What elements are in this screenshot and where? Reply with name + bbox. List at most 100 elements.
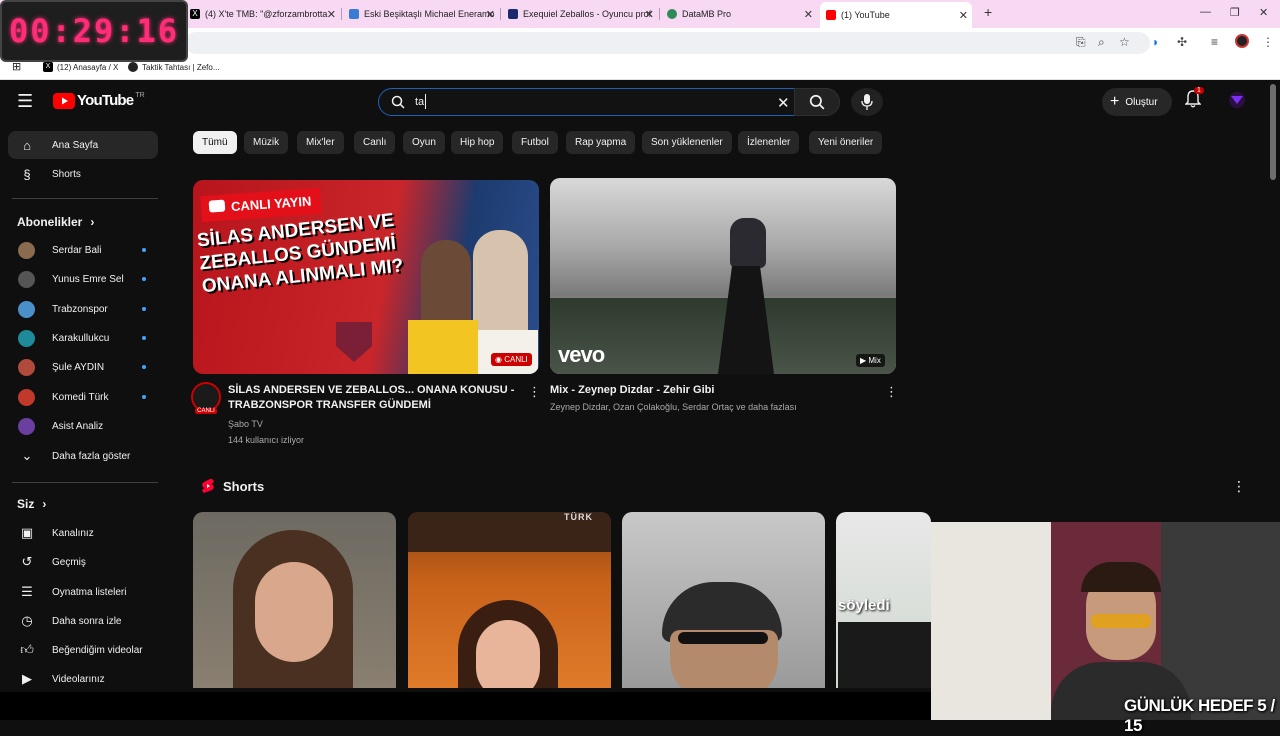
menu-icon[interactable]: ⋮ — [1262, 35, 1274, 49]
sidebar-item-label: Trabzonspor — [52, 303, 108, 315]
close-icon[interactable]: ✕ — [486, 8, 495, 21]
sidebar-item-home[interactable]: ⌂ Ana Sayfa — [8, 131, 158, 159]
chip[interactable]: Oyun — [403, 131, 445, 154]
chip[interactable]: İzlenenler — [738, 131, 800, 154]
browser-tab-active[interactable]: (1) YouTube ✕ — [820, 2, 972, 28]
sidebar-subscription[interactable]: Serdar Bali — [8, 236, 158, 264]
window-close-icon[interactable]: ✕ — [1259, 6, 1268, 19]
history-icon: ↺ — [21, 554, 33, 569]
browser-tab[interactable]: DataMB Pro ✕ — [667, 4, 817, 24]
sidebar-subscription[interactable]: Yunus Emre Sel — [8, 265, 158, 293]
more-actions-icon[interactable]: ⋮ — [885, 384, 898, 400]
extension-icon[interactable]: ◗ — [1152, 35, 1159, 49]
video-thumbnail[interactable]: CANLI YAYIN SİLAS ANDERSEN VE ZEBALLOS G… — [193, 180, 539, 374]
short-thumbnail[interactable] — [622, 512, 825, 688]
bookmarks-bar: ⊞ X (12) Anasayfa / X Taktik Tahtası | Z… — [0, 57, 1280, 80]
close-icon[interactable]: ✕ — [327, 8, 336, 21]
close-icon[interactable]: ✕ — [645, 8, 654, 21]
profile-avatar[interactable] — [1235, 34, 1249, 48]
bookmark-item[interactable]: X (12) Anasayfa / X — [43, 62, 118, 72]
sidebar-item-playlists[interactable]: ☰ Oynatma listeleri — [8, 578, 158, 606]
sidebar-subscription[interactable]: Karakullukcu — [8, 324, 158, 352]
bookmark-item[interactable]: Taktik Tahtası | Zefo... — [128, 62, 220, 72]
address-bar[interactable] — [185, 32, 1150, 54]
create-button[interactable]: + Oluştur — [1102, 88, 1172, 116]
create-label: Oluştur — [1125, 96, 1158, 108]
short-thumbnail[interactable]: söyledi — [836, 512, 931, 688]
more-actions-icon[interactable]: ⋮ — [528, 384, 541, 400]
chip[interactable]: Hip hop — [451, 131, 504, 154]
new-tab-icon[interactable]: + — [984, 4, 992, 20]
close-icon[interactable]: ✕ — [804, 8, 813, 21]
zoom-icon[interactable]: ⌕ — [1098, 35, 1105, 50]
sidebar-item-channel[interactable]: ▣ Kanalınız — [8, 519, 158, 547]
search-input[interactable]: ta ✕ — [378, 88, 795, 116]
channel-avatar — [18, 417, 35, 435]
browser-tab[interactable]: Eski Beşiktaşlı Michael Eneramo ✕ — [349, 4, 499, 24]
sidebar-subscription[interactable]: Komedi Türk — [8, 383, 158, 411]
shelf-title: Shorts — [223, 478, 265, 494]
star-icon[interactable]: ☆ — [1119, 35, 1130, 49]
microphone-icon — [861, 94, 873, 110]
sidebar-item-your-videos[interactable]: ▶ Videolarınız — [8, 665, 158, 693]
browser-tab[interactable]: X (4) X'te TMB: "@zforzambrotta ✕ — [190, 4, 340, 24]
chip-all[interactable]: Tümü — [193, 131, 237, 154]
short-thumbnail[interactable]: TÜRK — [408, 512, 611, 688]
show-more-button[interactable]: ⌄ Daha fazla göster — [8, 442, 158, 470]
tab-label: Eski Beşiktaşlı Michael Eneramo — [364, 9, 495, 19]
notifications-button[interactable]: 1 — [1184, 87, 1204, 113]
video-title[interactable]: SİLAS ANDERSEN VE ZEBALLOS... ONANA KONU… — [228, 383, 518, 413]
thumbnail-text: SİLAS ANDERSEN VE ZEBALLOS GÜNDEMİ ONANA… — [196, 210, 405, 298]
sidebar-subscription[interactable]: Trabzonspor — [8, 295, 158, 323]
account-avatar[interactable] — [1229, 92, 1245, 108]
video-thumbnail[interactable]: vevo ▶ Mix — [550, 178, 896, 374]
home-icon: ⌂ — [23, 137, 31, 153]
page-scrollbar[interactable] — [1270, 84, 1276, 180]
chip[interactable]: Son yüklenenler — [642, 131, 732, 154]
channel-avatar — [18, 241, 35, 259]
chip[interactable]: Futbol — [512, 131, 558, 154]
youtube-logo[interactable]: YouTube TR — [53, 92, 145, 109]
minimize-icon[interactable]: — — [1200, 6, 1211, 18]
channel-avatar[interactable]: CANLI — [191, 382, 221, 414]
sidebar-item-shorts[interactable]: § Shorts — [8, 160, 158, 188]
short-thumbnail[interactable] — [193, 512, 396, 688]
browser-tab[interactable]: Exequiel Zeballos - Oyuncu prof ✕ — [508, 4, 658, 24]
media-icon[interactable]: ≡ — [1211, 35, 1218, 49]
chip[interactable]: Müzik — [244, 131, 289, 154]
video-title[interactable]: Mix - Zeynep Dizdar - Zehir Gibi — [550, 383, 870, 398]
shorts-icon — [202, 479, 214, 493]
subscriptions-heading[interactable]: Abonelikler › — [17, 215, 94, 229]
new-content-dot — [142, 248, 146, 252]
channel-name[interactable]: Şabo TV — [228, 419, 263, 429]
chevron-right-icon: › — [90, 215, 95, 229]
club-crest — [336, 322, 372, 362]
daily-goal-caption: GÜNLÜK HEDEF 5 / 15 — [1124, 696, 1275, 735]
site-icon — [349, 9, 359, 19]
sidebar-subscription[interactable]: Şule AYDIN — [8, 353, 158, 381]
playlist-play-icon: ▶ — [860, 356, 867, 365]
hamburger-icon[interactable]: ☰ — [17, 91, 33, 112]
clear-search-icon[interactable]: ✕ — [777, 94, 790, 112]
sidebar-item-label: Şule AYDIN — [52, 361, 105, 373]
puzzle-icon[interactable]: ✣ — [1177, 35, 1187, 49]
sidebar-item-label: Videolarınız — [52, 673, 105, 685]
sidebar-item-liked[interactable]: 👍︎ Beğendiğim videolar — [8, 636, 158, 664]
sidebar-item-history[interactable]: ↺ Geçmiş — [8, 548, 158, 576]
bookmark-label: Taktik Tahtası | Zefo... — [142, 62, 220, 72]
new-content-dot — [142, 336, 146, 340]
chip[interactable]: Rap yapma — [566, 131, 636, 154]
close-icon[interactable]: ✕ — [959, 9, 968, 22]
you-heading[interactable]: Siz › — [17, 497, 46, 511]
more-actions-icon[interactable]: ⋮ — [1232, 478, 1246, 495]
yellow-glasses — [1091, 614, 1151, 628]
chip[interactable]: Yeni öneriler — [809, 131, 883, 154]
chip[interactable]: Mix'ler — [297, 131, 344, 154]
sidebar-subscription[interactable]: Asist Analiz — [8, 412, 158, 440]
restore-icon[interactable]: ❐ — [1230, 6, 1240, 19]
voice-search-button[interactable] — [851, 88, 883, 116]
chip[interactable]: Canlı — [354, 131, 396, 154]
search-button[interactable] — [794, 88, 840, 116]
sidebar-item-watch-later[interactable]: ◷ Daha sonra izle — [8, 607, 158, 635]
cast-icon[interactable]: ⎘ — [1076, 35, 1086, 50]
